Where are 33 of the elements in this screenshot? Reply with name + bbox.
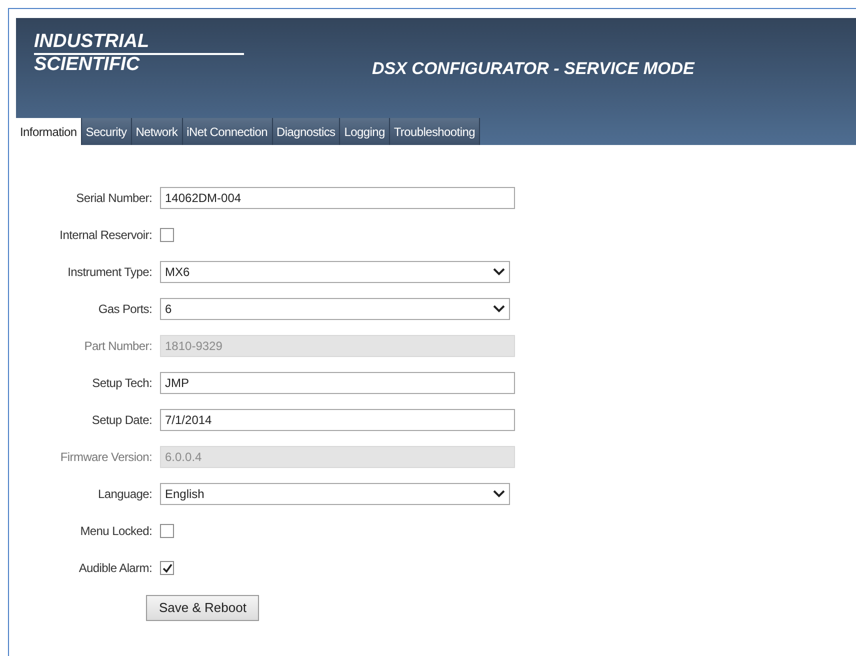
dropdown-field[interactable]: MX6 [160,261,510,283]
app-title: DSX CONFIGURATOR - SERVICE MODE [372,58,694,80]
field-label: Setup Tech: [91,375,152,392]
save-reboot-button[interactable]: Save & Reboot [146,595,260,621]
chevron-down-icon [493,305,505,313]
text-field[interactable]: 14062DM-004 [160,187,515,209]
field-label: Instrument Type: [66,264,152,281]
field-label: Part Number: [83,338,152,355]
tab[interactable]: Network [132,118,183,145]
tab[interactable]: Troubleshooting [390,118,480,145]
chevron-down-icon [493,268,505,276]
tab[interactable]: Security [82,118,132,145]
tab[interactable]: Logging [340,118,390,145]
tab[interactable]: Information [16,118,82,145]
field-label: Internal Reservoir: [58,227,152,244]
dropdown-field[interactable]: English [160,483,510,505]
checkbox[interactable] [160,524,174,538]
text-field[interactable]: 7/1/2014 [160,409,515,431]
field-label: Serial Number: [75,190,152,207]
field-label: Setup Date: [90,412,152,429]
field-label: Firmware Version: [59,449,152,466]
chevron-down-icon [493,490,505,498]
checkbox[interactable] [160,561,174,575]
field-label: Language: [96,486,152,503]
field-label: Gas Ports: [97,301,152,318]
checkbox[interactable] [160,228,174,242]
field-label: Menu Locked: [79,523,152,540]
field-label: Audible Alarm: [78,560,152,577]
tab[interactable]: Diagnostics [272,118,340,145]
tab[interactable]: iNet Connection [182,118,272,145]
dropdown-field[interactable]: 6 [160,298,510,320]
text-field[interactable]: JMP [160,372,515,394]
logo: INDUSTRIAL SCIENTIFIC [34,32,244,75]
